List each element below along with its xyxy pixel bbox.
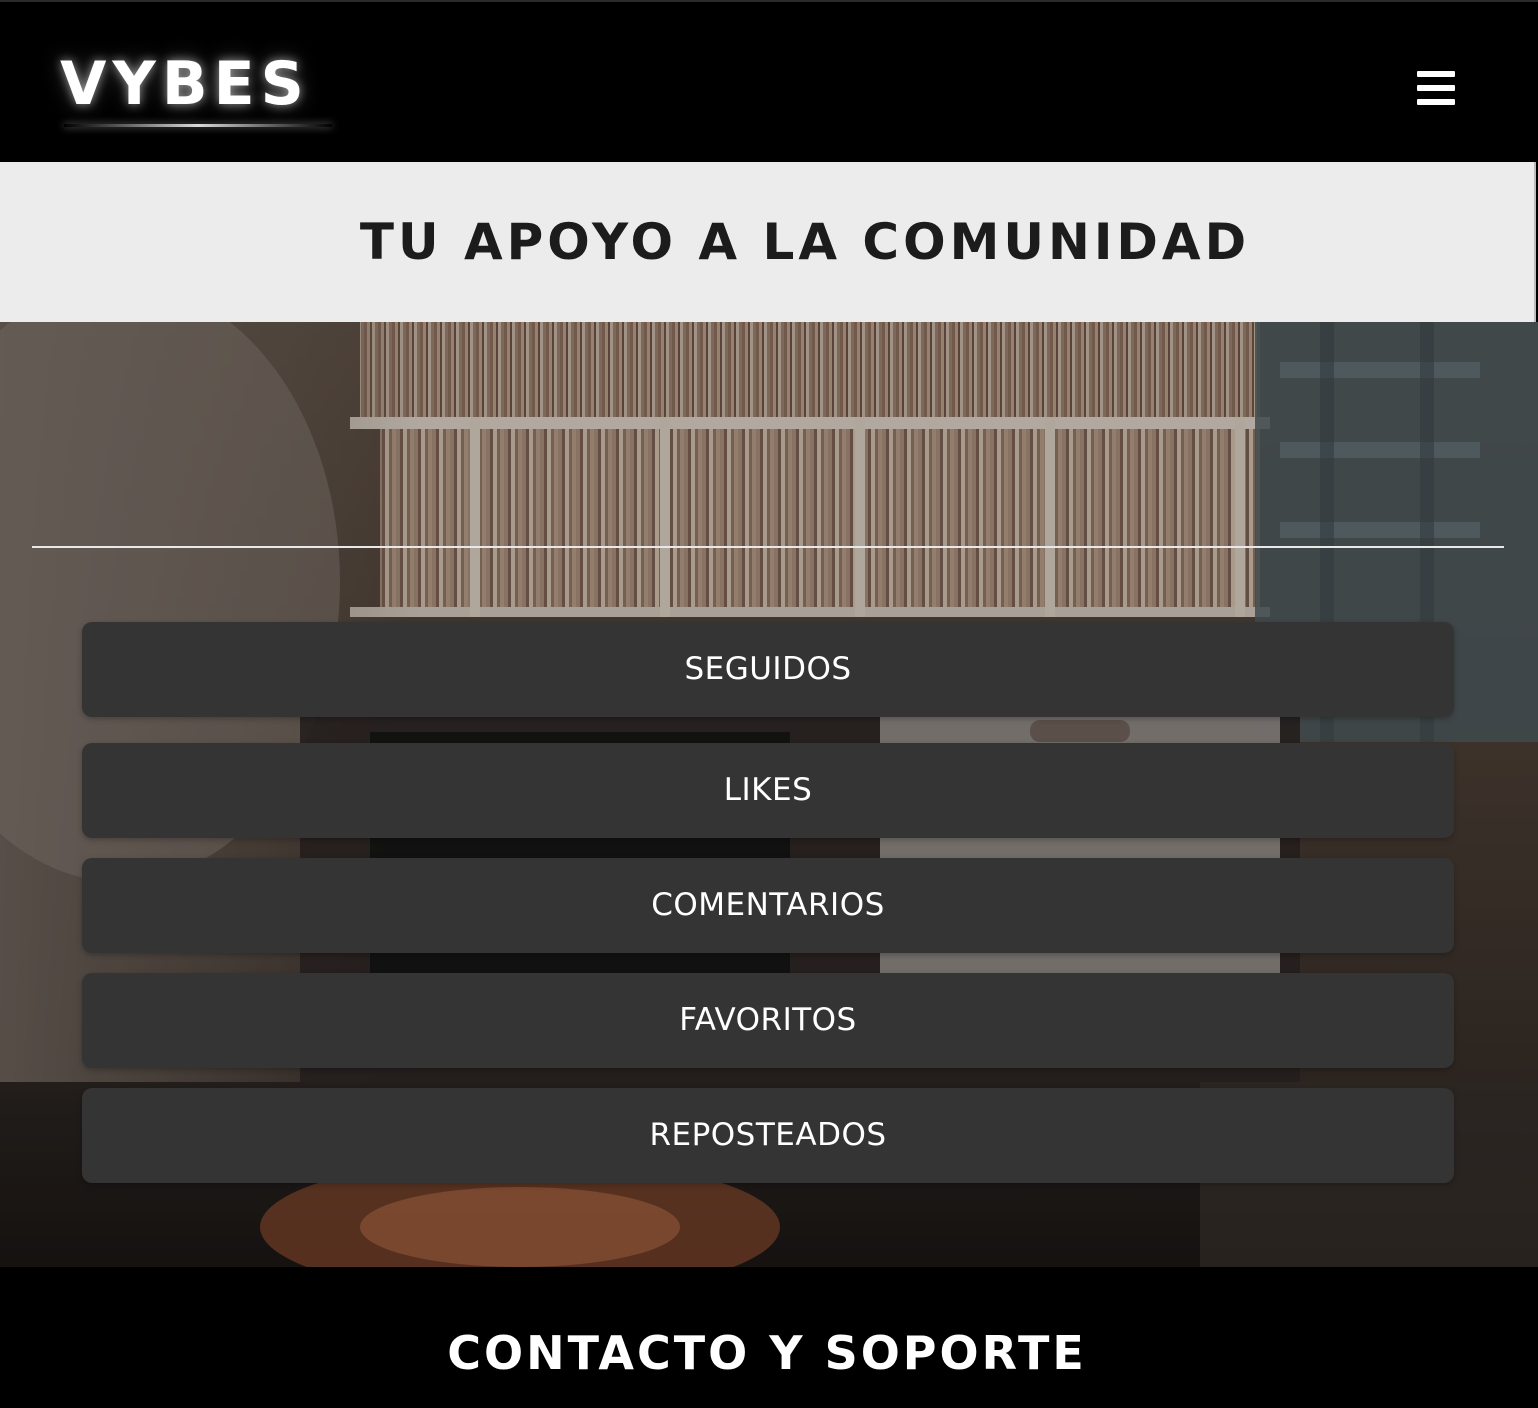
footer-title: CONTACTO Y SOPORTE [447,1326,1087,1380]
logo-underline [64,124,332,127]
site-footer: CONTACTO Y SOPORTE [0,1267,1538,1408]
likes-label: LIKES [723,772,813,808]
menu-button[interactable] [1410,66,1462,110]
likes-button[interactable]: LIKES [82,743,1454,838]
page-title: TU APOYO A LA COMUNIDAD [359,213,1251,271]
favoritos-button[interactable]: FAVORITOS [82,973,1454,1068]
favoritos-label: FAVORITOS [679,1002,857,1038]
vybes-logo[interactable]: VYBES [60,52,340,132]
comentarios-label: COMENTARIOS [651,887,885,923]
hamburger-menu-icon [1417,71,1455,105]
reposteados-label: REPOSTEADOS [649,1117,887,1153]
site-header: VYBES [0,0,1538,162]
hero-section: SEGUIDOS LIKES COMENTARIOS FAVORITOS REP… [0,322,1538,1267]
reposteados-button[interactable]: REPOSTEADOS [82,1088,1454,1183]
seguidos-button[interactable]: SEGUIDOS [82,622,1454,717]
seguidos-label: SEGUIDOS [684,651,852,687]
title-band: TU APOYO A LA COMUNIDAD [0,162,1536,322]
logo-text: VYBES [60,49,310,119]
comentarios-button[interactable]: COMENTARIOS [82,858,1454,953]
page: VYBES TU APOYO A LA COMUNIDAD SEGUIDOS L… [0,0,1538,1408]
hero-divider [32,546,1504,548]
